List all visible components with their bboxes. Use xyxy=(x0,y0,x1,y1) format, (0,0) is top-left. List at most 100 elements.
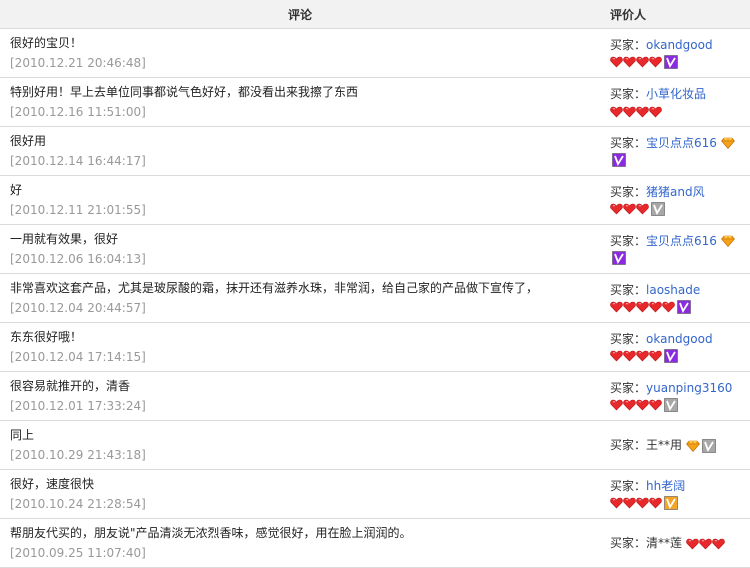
heart-rank-icon xyxy=(662,301,675,313)
buyer-name-link[interactable]: okandgood xyxy=(646,38,713,52)
heart-rank-icon xyxy=(649,497,662,509)
buyer-prefix: 买家： xyxy=(610,135,647,150)
table-row: 东东很好哦！ [2010.12.04 17:14:15] 买家：okandgood xyxy=(0,322,750,372)
buyer-name-link[interactable]: okandgood xyxy=(646,332,713,346)
heart-rank-icon xyxy=(699,538,712,549)
purple-v-icon xyxy=(664,349,678,364)
heart-rank-icon xyxy=(623,399,636,411)
comment-text: 一用就有效果，很好 xyxy=(10,232,119,246)
rank-icons xyxy=(610,398,750,413)
buyer-name-link[interactable]: hh老阔 xyxy=(646,479,685,493)
reviewer-cell: 买家：yuanping3160 xyxy=(600,371,750,421)
heart-rank-icon xyxy=(610,203,623,215)
comment-cell: 东东很好哦！ [2010.12.04 17:14:15] xyxy=(0,322,600,372)
comment-text: 同上 xyxy=(10,428,35,442)
rank-icons xyxy=(610,55,750,70)
comment-cell: 特别好用！早上去单位同事都说气色好好，都没看出来我擦了东西 [2010.12.16… xyxy=(0,77,600,127)
table-row: 很好的宝贝！ [2010.12.21 20:46:48] 买家：okandgood xyxy=(0,28,750,78)
rank-icons xyxy=(610,300,750,315)
comment-text: 很好，速度很快 xyxy=(10,477,95,491)
heart-rank-icon xyxy=(636,399,649,411)
heart-rank-icon xyxy=(623,497,636,509)
purple-v-icon xyxy=(612,251,626,266)
buyer-prefix: 买家： xyxy=(610,536,647,550)
heart-rank-icon xyxy=(649,350,662,362)
table-row: 帮朋友代买的，朋友说"产品清淡无浓烈香味，感觉很好，用在脸上润润的。 [2010.… xyxy=(0,518,750,568)
comment-date: [2010.12.04 17:14:15] xyxy=(10,350,146,364)
table-row: 很好，速度很快 [2010.10.24 21:28:54] 买家：hh老阔 xyxy=(0,469,750,519)
heart-rank-icon xyxy=(649,399,662,411)
comment-text: 好 xyxy=(10,183,23,197)
heart-rank-icon xyxy=(686,538,699,549)
buyer-line: 买家：hh老阔 xyxy=(610,478,750,494)
buyer-line: 买家：laoshade xyxy=(610,282,750,298)
buyer-line: 买家：猪猪and风 xyxy=(610,184,750,200)
heart-rank-icon xyxy=(636,301,649,313)
rank-icons xyxy=(610,104,750,118)
buyer-prefix: 买家： xyxy=(610,478,647,493)
purple-v-icon xyxy=(612,153,626,168)
reviewer-cell: 买家：宝贝点点616 xyxy=(600,224,750,274)
gray-v-icon xyxy=(651,202,665,217)
heart-rank-icon xyxy=(636,350,649,362)
comment-text: 非常喜欢这套产品，尤其是玻尿酸的霜，抹开还有滋养水珠，非常润，给自己家的产品做下… xyxy=(10,281,539,295)
heart-rank-icon xyxy=(623,56,636,68)
heart-rank-icon xyxy=(649,56,662,68)
comment-date: [2010.12.01 17:33:24] xyxy=(10,399,146,413)
diamond-rank-icon xyxy=(720,137,735,150)
buyer-prefix: 买家： xyxy=(610,282,647,297)
purple-v-icon xyxy=(677,300,691,315)
column-header-reviewer: 评价人 xyxy=(600,0,750,29)
comment-date: [2010.12.04 20:44:57] xyxy=(10,301,146,315)
comment-text: 很好用 xyxy=(10,134,47,148)
comment-text: 特别好用！早上去单位同事都说气色好好，都没看出来我擦了东西 xyxy=(10,85,359,99)
comment-cell: 很好用 [2010.12.14 16:44:17] xyxy=(0,126,600,176)
buyer-line: 买家：宝贝点点616 xyxy=(610,233,750,249)
gray-v-icon xyxy=(664,398,678,413)
buyer-name-link[interactable]: 猪猪and风 xyxy=(646,185,705,199)
heart-rank-icon xyxy=(623,301,636,313)
buyer-name-link[interactable]: 宝贝点点616 xyxy=(646,136,717,150)
rank-icons xyxy=(610,349,750,364)
buyer-name-link[interactable]: 宝贝点点616 xyxy=(646,234,717,248)
review-list: 很好的宝贝！ [2010.12.21 20:46:48] 买家：okandgood 特… xyxy=(0,28,750,568)
comment-date: [2010.12.21 20:46:48] xyxy=(10,56,146,70)
heart-rank-icon xyxy=(610,497,623,509)
buyer-prefix: 买家： xyxy=(610,87,647,101)
comment-text: 东东很好哦！ xyxy=(10,330,83,344)
heart-rank-icon xyxy=(649,301,662,313)
table-row: 很容易就推开的，清香 [2010.12.01 17:33:24] 买家：yuanpi… xyxy=(0,371,750,421)
buyer-line: 买家：清**莲 xyxy=(610,535,750,551)
comment-date: [2010.12.11 21:01:55] xyxy=(10,203,146,217)
comment-text: 很好的宝贝！ xyxy=(10,36,83,50)
heart-rank-icon xyxy=(623,350,636,362)
table-row: 特别好用！早上去单位同事都说气色好好，都没看出来我擦了东西 [2010.12.16… xyxy=(0,77,750,127)
table-row: 很好用 [2010.12.14 16:44:17] 买家：宝贝点点616 xyxy=(0,126,750,176)
buyer-name-link[interactable]: 小草化妆品 xyxy=(646,87,706,101)
comment-cell: 很容易就推开的，清香 [2010.12.01 17:33:24] xyxy=(0,371,600,421)
gray-v-icon xyxy=(702,438,716,453)
reviewer-cell: 买家：猪猪and风 xyxy=(600,175,750,225)
reviewer-cell: 买家：小草化妆品 xyxy=(600,77,750,127)
reviewer-cell: 买家：hh老阔 xyxy=(600,469,750,519)
heart-rank-icon xyxy=(636,56,649,68)
buyer-line: 买家：okandgood xyxy=(610,331,750,347)
comment-text: 帮朋友代买的，朋友说"产品清淡无浓烈香味，感觉很好，用在脸上润润的。 xyxy=(10,526,412,540)
buyer-prefix: 买家： xyxy=(610,380,647,395)
heart-rank-icon xyxy=(636,203,649,215)
review-table: 评论 评价人 很好的宝贝！ [2010.12.21 20:46:48] 买家：oka… xyxy=(0,0,750,568)
buyer-name-link[interactable]: yuanping3160 xyxy=(646,381,732,395)
comment-date: [2010.10.24 21:28:54] xyxy=(10,497,146,511)
buyer-name-link[interactable]: laoshade xyxy=(646,283,700,297)
rank-icons xyxy=(610,153,750,168)
buyer-line: 买家：小草化妆品 xyxy=(610,86,750,102)
heart-rank-icon xyxy=(623,203,636,215)
reviewer-cell: 买家：okandgood xyxy=(600,322,750,372)
comment-date: [2010.09.25 11:07:40] xyxy=(10,546,146,560)
heart-rank-icon xyxy=(610,106,623,117)
orange-v-icon xyxy=(664,496,678,511)
reviewer-cell: 买家：清**莲 xyxy=(600,518,750,568)
comment-text: 很容易就推开的，清香 xyxy=(10,379,131,393)
purple-v-icon xyxy=(664,55,678,70)
rank-icons xyxy=(686,536,725,550)
